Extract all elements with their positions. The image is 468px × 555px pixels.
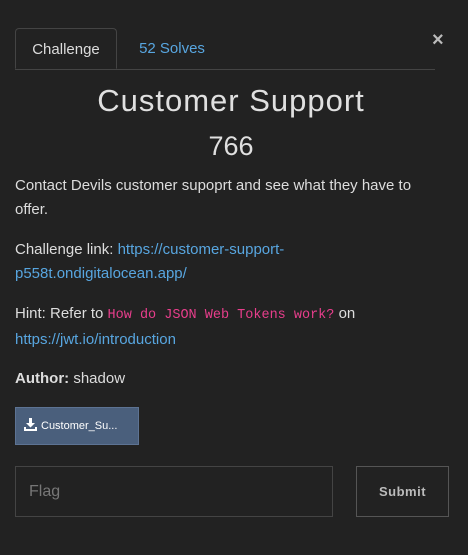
author-name: shadow bbox=[73, 370, 126, 387]
flag-input[interactable] bbox=[15, 466, 333, 517]
challenge-link-paragraph: Challenge link: https://customer-support… bbox=[15, 238, 445, 286]
tab-solves[interactable]: 52 Solves bbox=[127, 28, 217, 69]
file-name: Customer_Su... bbox=[41, 420, 118, 432]
hint-link[interactable]: https://jwt.io/introduction bbox=[15, 331, 176, 348]
challenge-description: Contact Devils customer supoprt and see … bbox=[15, 177, 412, 218]
download-icon bbox=[24, 418, 37, 431]
challenge-link-label: Challenge link: bbox=[15, 241, 114, 258]
challenge-points: 766 bbox=[208, 131, 254, 161]
submit-button[interactable]: Submit bbox=[356, 466, 449, 517]
author-paragraph: Author: shadow bbox=[15, 367, 445, 391]
hint-code: How do JSON Web Tokens work? bbox=[107, 308, 335, 323]
tab-challenge[interactable]: Challenge bbox=[15, 28, 117, 69]
author-label: Author: bbox=[15, 370, 70, 387]
close-icon[interactable]: × bbox=[432, 30, 444, 50]
download-file-button[interactable]: Customer_Su... bbox=[15, 407, 139, 445]
hint-prefix: Hint: Refer to bbox=[15, 305, 104, 322]
hint-suffix: on bbox=[338, 305, 356, 322]
challenge-tabs: Challenge 52 Solves bbox=[15, 28, 435, 70]
challenge-title: Customer Support bbox=[97, 83, 365, 118]
hint-paragraph: Hint: Refer to How do JSON Web Tokens wo… bbox=[15, 302, 445, 352]
